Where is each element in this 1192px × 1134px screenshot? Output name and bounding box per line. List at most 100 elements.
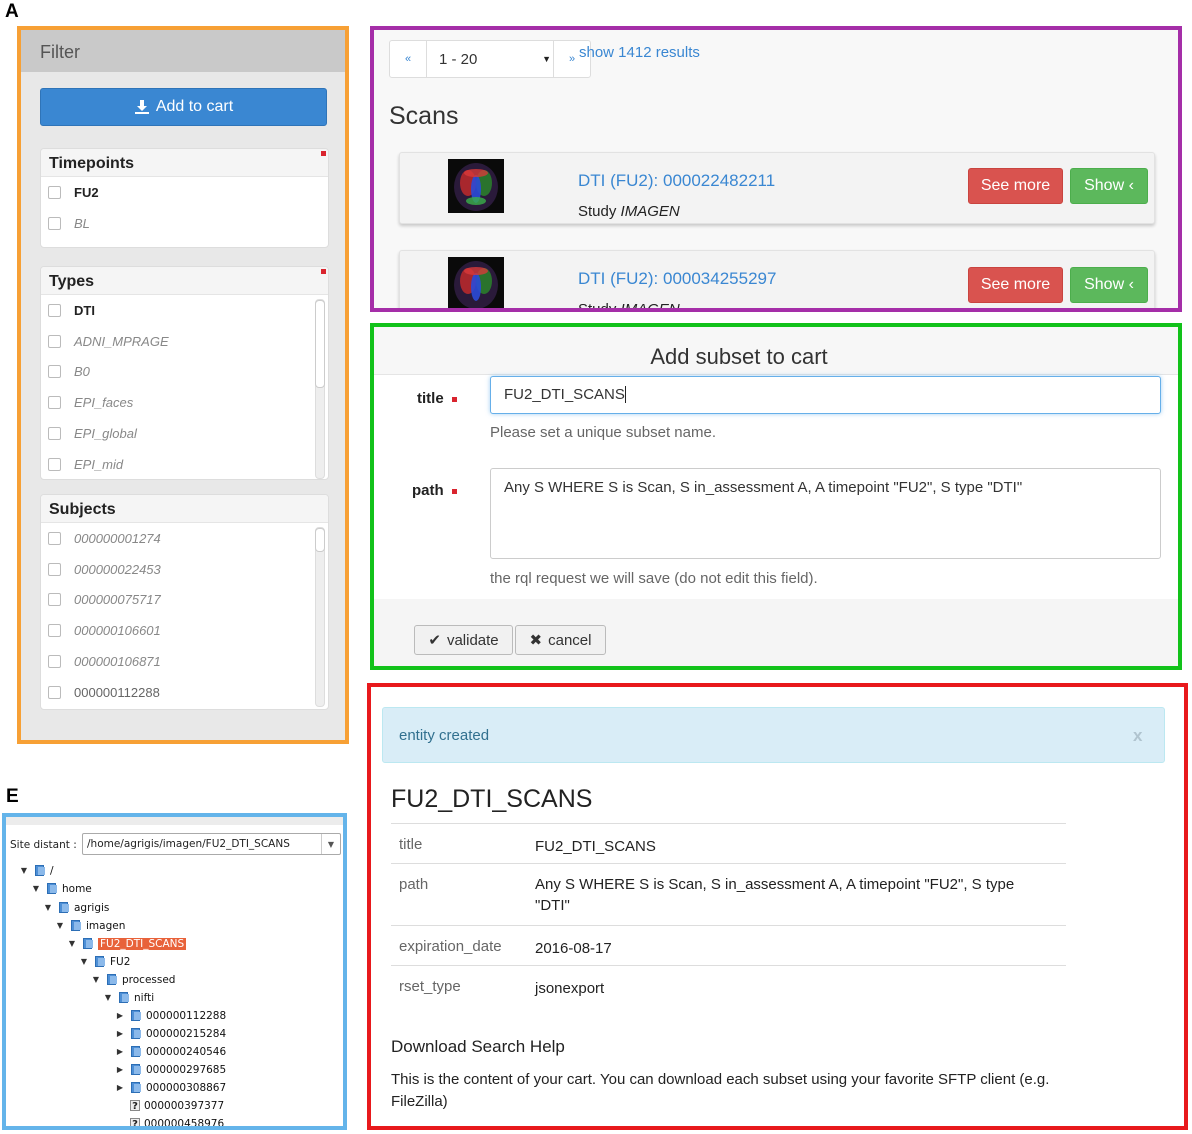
expand-arrow-icon[interactable]: ▼ [44, 903, 52, 912]
panel-label-a: A [5, 1, 19, 22]
add-to-cart-button[interactable]: Add to cart [40, 88, 327, 126]
facet-item-bl[interactable]: BL [41, 208, 328, 239]
tree-node[interactable]: ▼ / [20, 862, 54, 879]
subjects-scrollbar[interactable] [315, 527, 325, 707]
collapse-arrow-icon[interactable]: ▶ [116, 1083, 124, 1092]
scrollbar-thumb[interactable] [315, 528, 325, 552]
title-input[interactable]: FU2_DTI_SCANS [490, 376, 1161, 414]
attribute-value: jsonexport [535, 980, 605, 997]
see-more-button[interactable]: See more [968, 168, 1063, 204]
checkbox[interactable] [48, 396, 61, 410]
scan-study: Study IMAGEN [578, 203, 680, 220]
scan-link[interactable]: DTI (FU2): 000022482211 [578, 171, 775, 191]
folder-icon [130, 1082, 142, 1093]
tree-node[interactable]: ▶ 000000308867 [116, 1079, 226, 1096]
scan-link[interactable]: DTI (FU2): 000034255297 [578, 269, 776, 289]
facet-title-subjects: Subjects [41, 495, 328, 523]
facet-item-subject[interactable]: 000000106871 [41, 646, 328, 677]
checkbox[interactable] [48, 365, 61, 379]
expand-arrow-icon[interactable]: ▼ [68, 939, 76, 948]
checkbox[interactable] [48, 531, 61, 545]
facet-item-subject[interactable]: 000000112288 [41, 677, 328, 708]
facet-item-subject[interactable]: 000000106601 [41, 615, 328, 646]
expand-arrow-icon[interactable]: ▼ [20, 866, 28, 875]
expand-arrow-icon[interactable]: ▼ [80, 957, 88, 966]
facet-item-subject[interactable]: 000000001274 [41, 523, 328, 554]
download-search-help-heading: Download Search Help [391, 1037, 565, 1056]
tree-node[interactable]: ▶ 000000215284 [116, 1025, 226, 1042]
facet-item-adni-mprage[interactable]: ADNI_MPRAGE [41, 326, 328, 357]
scan-card: DTI (FU2): 000022482211 Study IMAGEN See… [399, 152, 1155, 224]
facet-timepoints: Timepoints FU2 BL [40, 148, 329, 248]
expand-arrow-icon[interactable]: ▼ [56, 921, 64, 930]
toolbar-strip [6, 817, 343, 825]
checkbox[interactable] [48, 685, 61, 699]
show-button[interactable]: Show ‹ [1070, 267, 1148, 303]
attribute-row: expiration_date 2016-08-17 [391, 925, 1066, 965]
close-icon[interactable]: x [1133, 726, 1142, 746]
scrollbar-thumb[interactable] [315, 300, 325, 388]
filter-panel: Filter Add to cart Timepoints FU2 BL Typ… [17, 26, 349, 744]
tree-node[interactable]: ▼ FU2 [80, 953, 130, 970]
attribute-row: path Any S WHERE S is Scan, S in_assessm… [391, 863, 1066, 925]
checkbox[interactable] [48, 303, 61, 317]
tree-node[interactable]: ▶ 000000112288 [116, 1007, 226, 1024]
facet-item-epi-faces[interactable]: EPI_faces [41, 387, 328, 418]
facet-item-fu2[interactable]: FU2 [41, 177, 328, 208]
tree-node[interactable]: ? 000000458976 [116, 1115, 224, 1126]
check-icon: ✔ [428, 632, 441, 649]
tree-node[interactable]: ▼ agrigis [44, 899, 109, 916]
expand-arrow-icon[interactable]: ▼ [32, 884, 40, 893]
show-results-link[interactable]: show 1412 results [579, 44, 700, 61]
facet-item-subject[interactable]: 000000022453 [41, 554, 328, 585]
types-scrollbar[interactable] [315, 299, 325, 479]
facet-item-b0[interactable]: B0 [41, 357, 328, 388]
attribute-value: FU2_DTI_SCANS [535, 838, 656, 855]
pager-prev-button[interactable]: « [390, 41, 427, 77]
collapse-arrow-icon[interactable]: ▶ [116, 1047, 124, 1056]
remote-path-input[interactable]: /home/agrigis/imagen/FU2_DTI_SCANS ▼ [82, 833, 341, 855]
path-label: path [412, 482, 457, 499]
facet-item-subject[interactable]: 000000075717 [41, 585, 328, 616]
tree-node[interactable]: ▶ 000000297685 [116, 1061, 226, 1078]
facet-item-epi-global[interactable]: EPI_global [41, 418, 328, 449]
tree-node[interactable]: ▼ imagen [56, 917, 125, 934]
checkbox[interactable] [48, 624, 61, 638]
folder-icon [130, 1028, 142, 1039]
tree-node-selected[interactable]: ▼ FU2_DTI_SCANS [68, 935, 187, 952]
unknown-file-icon: ? [130, 1118, 140, 1126]
checkbox[interactable] [48, 457, 61, 471]
scan-card: DTI (FU2): 000034255297 Study IMAGEN See… [399, 250, 1155, 308]
chevron-down-icon[interactable]: ▼ [321, 834, 340, 854]
show-button[interactable]: Show ‹ [1070, 168, 1148, 204]
collapse-arrow-icon[interactable]: ▶ [116, 1065, 124, 1074]
checkbox[interactable] [48, 185, 61, 199]
expand-arrow-icon[interactable]: ▼ [104, 993, 112, 1002]
tree-node[interactable]: ▼ home [32, 880, 92, 897]
facet-item-dti[interactable]: DTI [41, 295, 328, 326]
pager-range-select[interactable]: 1 - 20 ▼ [427, 41, 554, 77]
tree-node[interactable]: ? 000000397377 [116, 1097, 224, 1114]
expand-arrow-icon[interactable]: ▼ [92, 975, 100, 984]
path-textarea[interactable]: Any S WHERE S is Scan, S in_assessment A… [490, 468, 1161, 559]
collapse-arrow-icon[interactable]: ▶ [116, 1011, 124, 1020]
checkbox[interactable] [48, 562, 61, 576]
checkbox[interactable] [48, 334, 61, 348]
attribute-row: title FU2_DTI_SCANS [391, 823, 1066, 863]
tree-node[interactable]: ▼ processed [92, 971, 176, 988]
facet-item-epi-mid[interactable]: EPI_mid [41, 449, 328, 479]
see-more-button[interactable]: See more [968, 267, 1063, 303]
cancel-button[interactable]: ✖ cancel [515, 625, 606, 655]
tree-node[interactable]: ▶ 000000240546 [116, 1043, 226, 1060]
checkbox[interactable] [48, 427, 61, 441]
checkbox[interactable] [48, 593, 61, 607]
attribute-key: path [399, 876, 429, 893]
checkbox[interactable] [48, 216, 61, 230]
tree-node[interactable]: ▼ nifti [104, 989, 154, 1006]
validate-button[interactable]: ✔ validate [414, 625, 513, 655]
panel-label-e: E [6, 786, 19, 807]
cart-description: This is the content of your cart. You ca… [391, 1071, 1050, 1110]
checkbox[interactable] [48, 655, 61, 669]
page-title: Scans [389, 102, 459, 130]
collapse-arrow-icon[interactable]: ▶ [116, 1029, 124, 1038]
